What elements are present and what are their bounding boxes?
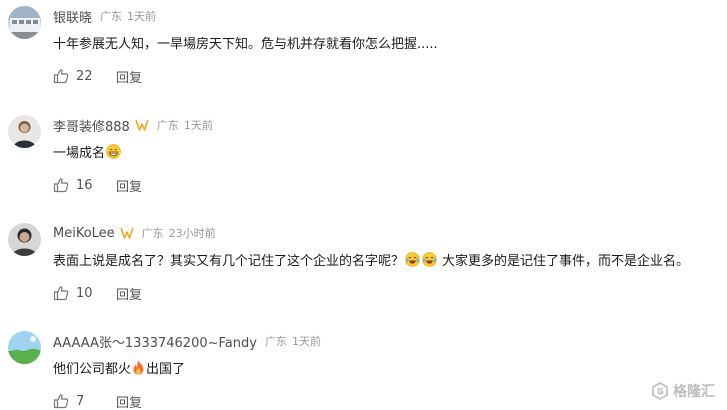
comment-text-segment: 一場成名 [53, 146, 106, 161]
comment-meta: AAAAA张～1333746200~Fandy 广东 1天前 [53, 331, 321, 351]
comment-text-segment: 表面上说是成名了？其实又有几个记住了这个企业的名字呢？ [53, 254, 405, 269]
location: 广东 [156, 119, 179, 132]
thumbs-up-icon [53, 178, 69, 193]
timestamp: 1天前 [127, 10, 157, 23]
timestamp: 1天前 [291, 335, 321, 348]
reply-button[interactable]: 回复 [116, 176, 142, 195]
user-name[interactable]: MeiKoLee [53, 226, 115, 241]
location: 广东 [264, 335, 287, 348]
comment-text-segment: 出国了 [146, 362, 186, 377]
thumbs-up-icon [53, 69, 69, 84]
like-button[interactable]: 16 [53, 177, 116, 193]
avatar[interactable] [8, 223, 41, 256]
like-button[interactable]: 10 [53, 285, 116, 301]
comment-text-segment: 大家更多的是记住了事件，而不是企业名。 [442, 254, 690, 269]
comment-text: 表面上说是成名了？其实又有几个记住了这个企业的名字呢？ 大家更多的是记住了事件，… [53, 250, 689, 269]
reply-button[interactable]: 回复 [116, 284, 142, 303]
watermark: 格隆汇 [650, 381, 715, 401]
laughing-tears-emoji-icon [422, 252, 437, 267]
reply-button[interactable]: 回复 [116, 392, 142, 410]
comment-text: 他们公司都火 出国了 [53, 358, 185, 377]
user-name[interactable]: 李哥装修888 [53, 116, 130, 135]
comment-text-segment: 他们公司都火 [53, 362, 132, 377]
watermark-text: 格隆汇 [673, 384, 715, 400]
comment-text: 一場成名 [53, 142, 122, 161]
location: 广东 [100, 10, 123, 23]
thumbs-up-icon [53, 286, 69, 301]
location: 广东 [141, 227, 164, 240]
vip-badge-icon [119, 227, 134, 239]
like-button[interactable]: 7 [53, 393, 116, 409]
comment-meta: MeiKoLee 广东 23小时前 [53, 223, 216, 243]
like-count: 16 [76, 177, 93, 193]
reply-button[interactable]: 回复 [116, 67, 142, 86]
comment-text: 十年参展无人知，一旱場房天下知。危与机并存就看你怎么把握..... [53, 33, 438, 52]
like-count: 22 [76, 68, 93, 84]
comment-actions: 7 回复 [53, 392, 142, 410]
comment-actions: 10 回复 [53, 284, 142, 303]
user-name[interactable]: AAAAA张～1333746200~Fandy [53, 332, 257, 351]
like-count: 7 [76, 393, 85, 409]
grin-emoji-icon [106, 144, 121, 159]
comment-meta: 李哥装修888 广东 1天前 [53, 115, 213, 135]
timestamp: 1天前 [183, 119, 213, 132]
avatar[interactable] [8, 115, 41, 148]
laughing-tears-emoji-icon [405, 252, 420, 267]
like-button[interactable]: 22 [53, 68, 116, 84]
vip-badge-icon [135, 119, 149, 131]
avatar[interactable] [8, 6, 41, 39]
comment-section: 银联晓 广东 1天前 十年参展无人知，一旱場房天下知。危与机并存就看你怎么把握.… [0, 0, 727, 410]
thumbs-up-icon [53, 394, 69, 409]
comment-meta: 银联晓 广东 1天前 [53, 6, 156, 26]
gelonghui-logo-icon [652, 382, 668, 400]
fire-emoji-icon [132, 360, 145, 375]
user-name[interactable]: 银联晓 [53, 7, 92, 26]
comment-actions: 16 回复 [53, 176, 142, 195]
like-count: 10 [76, 285, 93, 301]
comment-text-segment: 十年参展无人知，一旱場房天下知。危与机并存就看你怎么把握..... [53, 37, 438, 52]
comment-actions: 22 回复 [53, 67, 142, 86]
timestamp: 23小时前 [168, 227, 216, 240]
avatar[interactable] [8, 331, 41, 364]
